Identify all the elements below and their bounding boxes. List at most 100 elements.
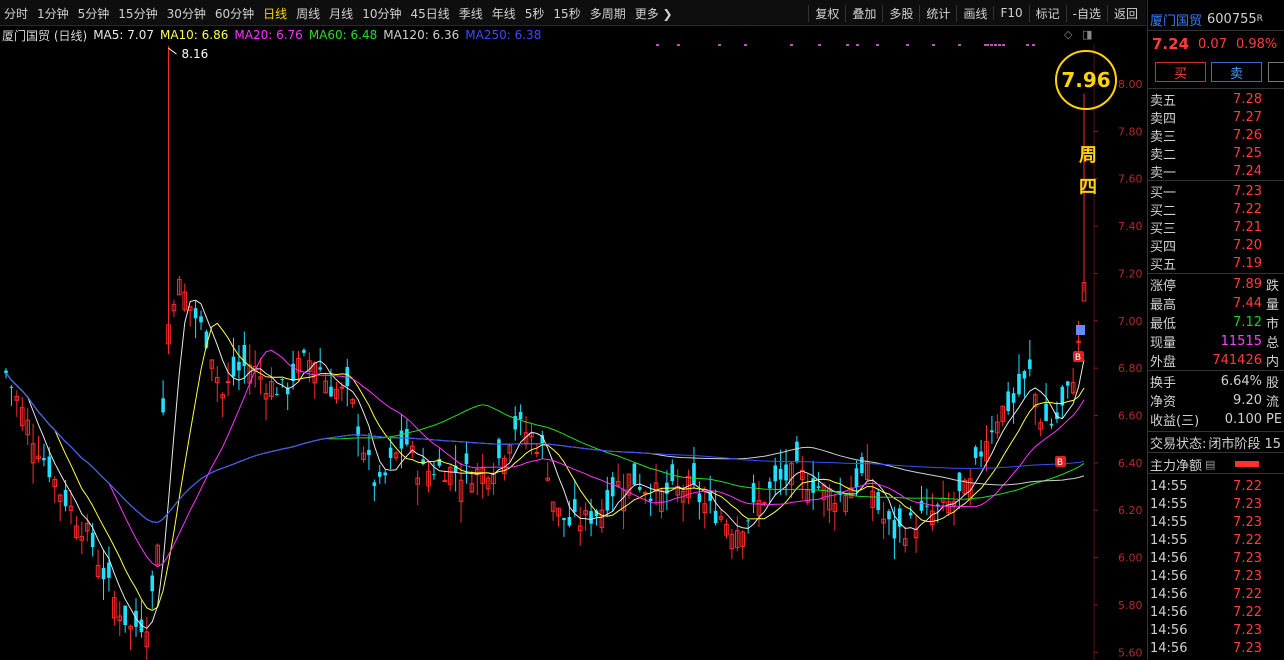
candle-body <box>778 468 783 480</box>
candle-body <box>567 516 572 526</box>
tick-time: 14:55 <box>1150 478 1188 494</box>
candle-body <box>784 464 788 481</box>
tool-button[interactable]: 统计 <box>919 4 956 22</box>
list-icon[interactable]: ▤ <box>1205 458 1215 471</box>
candle-body <box>919 500 924 511</box>
period-tab[interactable]: 15分钟 <box>118 5 157 22</box>
ma-legend-item: MA5: 7.07 <box>93 28 154 42</box>
candle-body <box>589 511 593 524</box>
tick-row: 14:55 7.22 <box>1150 531 1262 549</box>
period-tabs: 分时 1分钟 5分钟 15分钟 30分钟 60分钟 日线 周线 月线 10分钟 45日线 季线 年线 5秒… <box>4 0 682 26</box>
stat2-tail: PE <box>1266 411 1283 427</box>
y-tick-label: 6.00 <box>1118 552 1143 565</box>
stat-tail: 总 <box>1266 335 1280 351</box>
period-tab[interactable]: 分时 <box>4 5 28 22</box>
kline-chart[interactable]: 8.00 7.80 7.60 7.40 7.20 7.00 6.80 6.60 6.40 6.20… <box>0 44 1146 660</box>
tool-button[interactable]: -自选 <box>1065 4 1107 22</box>
y-tick-label: 6.60 <box>1118 410 1143 423</box>
chart-corner-icons[interactable]: ◇ ◨ <box>1064 28 1092 41</box>
stat2-row: 换手 6.64% 股 <box>1150 372 1279 391</box>
candle-body <box>377 472 382 477</box>
buy-level-price: 7.20 <box>1233 237 1262 253</box>
quote-panel: 厦门国贸 600755 R 7.24 0.07 0.98% 买卖卖五 7.28 卖四 7.27 卖三… <box>1147 0 1284 660</box>
period-tab[interactable]: 日线 <box>263 5 287 22</box>
candle-body <box>1065 381 1070 386</box>
candle-body <box>442 480 448 483</box>
sell-level-label: 卖二 <box>1150 147 1177 163</box>
sell-level-price: 7.25 <box>1233 145 1262 161</box>
candle-body <box>1017 373 1021 395</box>
stat-row: 现量 11515 总 <box>1150 332 1280 351</box>
divider <box>1148 473 1284 474</box>
sell-level: 卖五 7.28 <box>1150 90 1262 109</box>
window-icon[interactable]: ◨ <box>1082 28 1092 41</box>
period-tab[interactable]: 15秒 <box>553 5 580 22</box>
period-tab[interactable]: 30分钟 <box>167 5 206 22</box>
tool-button[interactable]: 返回 <box>1106 4 1144 22</box>
candle-body <box>275 393 279 396</box>
period-tab[interactable]: 周线 <box>296 5 320 22</box>
period-tab[interactable]: 年线 <box>492 5 516 22</box>
period-tab[interactable]: 更多 ❯ <box>635 5 673 22</box>
sell-level-price: 7.26 <box>1233 127 1262 143</box>
signal-dot <box>744 44 747 46</box>
y-tick-label: 6.20 <box>1118 504 1143 517</box>
signal-dot <box>1032 44 1035 46</box>
stat2-value: 9.20 <box>1233 392 1262 408</box>
buy-marker-label: B <box>1057 458 1063 468</box>
ma250-line <box>5 372 1085 524</box>
period-tab[interactable]: 1分钟 <box>37 5 69 22</box>
tool-button[interactable]: 标记 <box>1028 4 1066 22</box>
candle-body <box>925 505 929 507</box>
ma5-line <box>5 299 1085 630</box>
y-tick-label: 8.00 <box>1118 78 1143 91</box>
stat-row: 最高 7.44 量 <box>1150 294 1279 313</box>
signal-dot <box>656 44 659 46</box>
annotation-char: 周 <box>1079 145 1097 166</box>
period-tab[interactable]: 5分钟 <box>78 5 110 22</box>
candle-body <box>437 458 442 466</box>
candle-body <box>562 517 566 521</box>
period-tab[interactable]: 60分钟 <box>215 5 254 22</box>
period-tab[interactable]: 10分钟 <box>362 5 401 22</box>
tool-button[interactable]: 多股 <box>882 4 919 22</box>
signal-dot <box>856 44 859 46</box>
tool-button[interactable]: 复权 <box>808 4 845 22</box>
stat2-value: 0.100 <box>1224 411 1262 427</box>
trade-status: 交易状态: 闭市阶段 15 <box>1150 433 1281 452</box>
sell-button[interactable]: 卖 <box>1211 62 1262 82</box>
candle-body <box>979 451 983 457</box>
tool-button[interactable]: 画线 <box>956 4 993 22</box>
buy-level-label: 买二 <box>1150 203 1177 219</box>
candle-body <box>648 498 653 502</box>
period-tab[interactable]: 5秒 <box>525 5 545 22</box>
signal-dot <box>790 44 793 46</box>
candle-body <box>908 512 913 516</box>
trade-status-label: 交易状态: <box>1150 436 1207 452</box>
buy-button[interactable]: 买 <box>1155 62 1206 82</box>
price-change: 0.07 <box>1198 36 1227 52</box>
period-tab[interactable]: 45日线 <box>410 5 449 22</box>
period-tab[interactable]: 多周期 <box>590 5 626 22</box>
buy-level: 买五 7.19 <box>1150 254 1262 273</box>
ma-legend-item: MA250: 6.38 <box>465 28 542 42</box>
tick-row: 14:56 7.22 <box>1150 585 1262 603</box>
sell-level-price: 7.28 <box>1233 91 1262 107</box>
period-tab[interactable]: 季线 <box>459 5 483 22</box>
period-tab[interactable]: 月线 <box>329 5 353 22</box>
diamond-icon[interactable]: ◇ <box>1064 28 1072 41</box>
candle-body <box>854 468 859 488</box>
stat-value: 7.12 <box>1233 314 1262 330</box>
candle-body <box>90 532 95 548</box>
tick-row: 14:56 7.23 <box>1150 621 1262 639</box>
stat-label: 最低 <box>1150 316 1177 332</box>
tool-button[interactable]: 叠加 <box>845 4 882 22</box>
period-toolbar: 分时 1分钟 5分钟 15分钟 30分钟 60分钟 日线 周线 月线 10分钟 45日线 季线 年线 5秒… <box>0 0 1146 26</box>
stat-label: 最高 <box>1150 297 1177 313</box>
stat-value: 11515 <box>1220 333 1262 349</box>
signal-dot <box>994 44 997 46</box>
tick-price: 7.23 <box>1233 568 1262 584</box>
buy-level: 买二 7.22 <box>1150 200 1262 219</box>
extra-trade-button[interactable] <box>1268 62 1284 82</box>
tool-button[interactable]: F10 <box>993 6 1028 20</box>
